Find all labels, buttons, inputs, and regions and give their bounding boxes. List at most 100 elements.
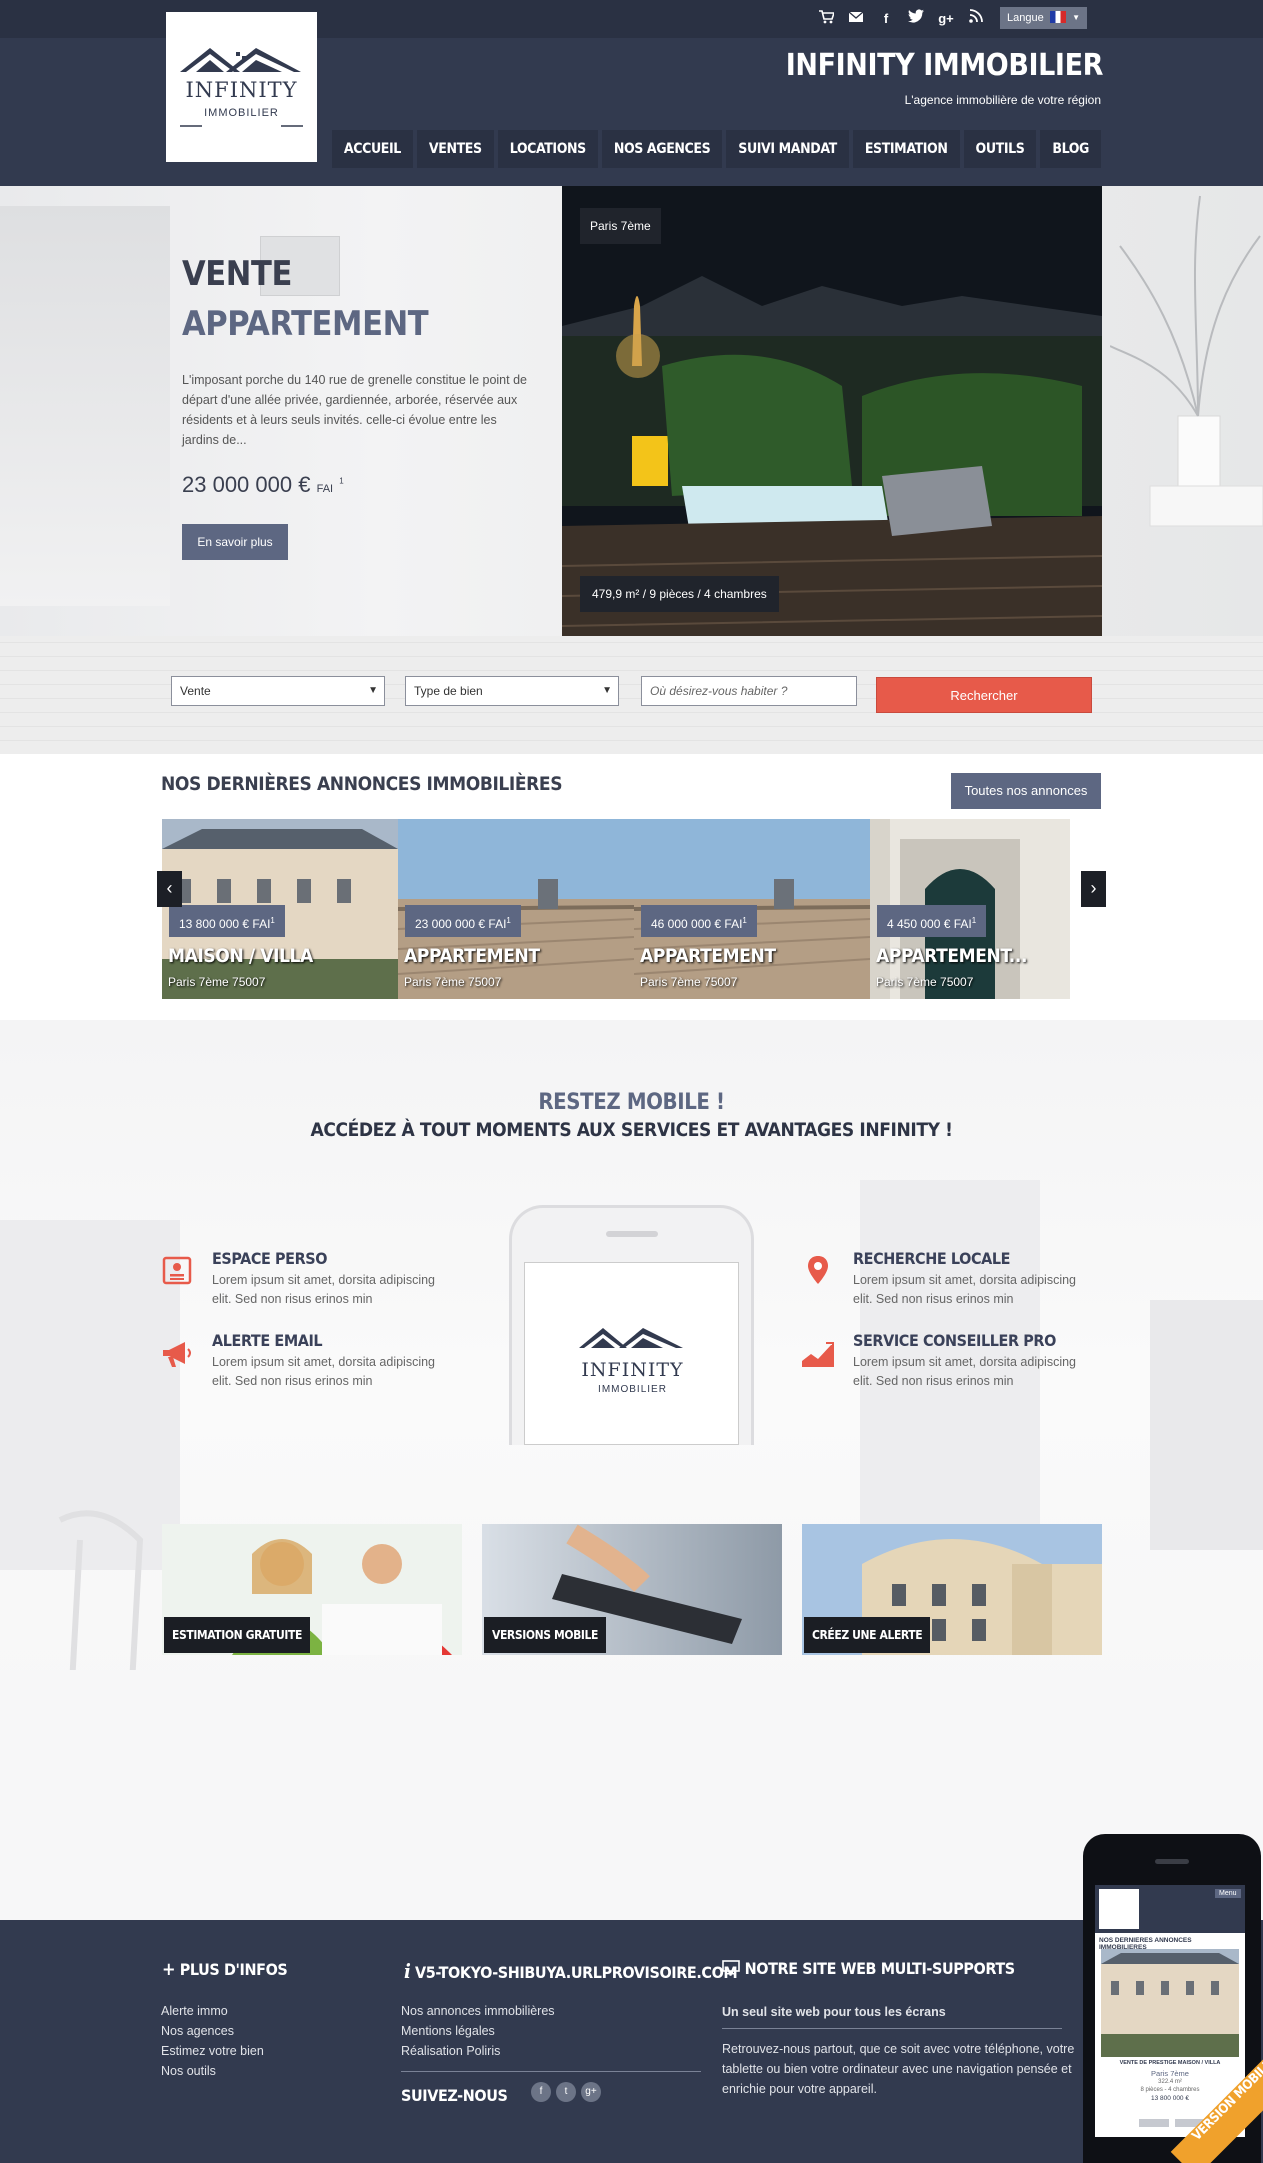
hero-description: L'imposant porche du 140 rue de grenelle… bbox=[182, 373, 527, 447]
listing-price: 4 450 000 € FAI1 bbox=[877, 905, 987, 937]
feature-title: ESPACE PERSO bbox=[212, 1249, 328, 1268]
kitchen-decoration bbox=[0, 206, 170, 606]
facebook-icon[interactable]: f bbox=[876, 9, 896, 29]
hero-more-button[interactable]: En savoir plus bbox=[182, 524, 288, 560]
mock-logo bbox=[1099, 1889, 1139, 1929]
info-icon: i bbox=[404, 1959, 411, 1983]
listing-card[interactable]: 4 450 000 € FAI1 APPARTEMENT... Paris 7è… bbox=[870, 819, 1070, 999]
promo-mobile[interactable]: VERSIONS MOBILE bbox=[482, 1524, 782, 1655]
listings-title: NOS DERNIÈRES ANNONCES IMMOBILIÈRES bbox=[161, 773, 563, 795]
listing-card[interactable]: 23 000 000 € FAI1 APPARTEMENT Paris 7ème… bbox=[398, 819, 634, 999]
transaction-select-value: Vente bbox=[180, 684, 211, 698]
promo-alert[interactable]: CRÉEZ UNE ALERTE bbox=[802, 1524, 1102, 1655]
hero-location-badge: Paris 7ème bbox=[580, 208, 661, 244]
transaction-select[interactable]: Vente ▼ bbox=[171, 676, 385, 706]
nav-nos-agences[interactable]: NOS AGENCES bbox=[601, 130, 723, 168]
feature-description: Lorem ipsum sit amet, dorsita adipiscing… bbox=[212, 1355, 436, 1388]
listing-location: Paris 7ème 75007 bbox=[168, 975, 266, 989]
nav-outils[interactable]: OUTILS bbox=[963, 130, 1037, 168]
feature-title: RECHERCHE LOCALE bbox=[853, 1249, 1011, 1268]
footer-link[interactable]: Réalisation Poliris bbox=[401, 2044, 500, 2058]
promo-label: CRÉEZ UNE ALERTE bbox=[804, 1617, 931, 1653]
carousel-next-button[interactable]: › bbox=[1081, 871, 1106, 907]
feature-description: Lorem ipsum sit amet, dorsita adipiscing… bbox=[212, 1273, 436, 1306]
phone-logo-roofs bbox=[579, 1328, 683, 1348]
footer-link[interactable]: Nos agences bbox=[161, 2024, 234, 2038]
hero-title-line1: VENTE bbox=[182, 254, 292, 294]
site-tagline: L'agence immobilière de votre région bbox=[904, 93, 1101, 107]
listing-price: 13 800 000 € FAI1 bbox=[169, 905, 285, 937]
mock-city: Paris 7ème bbox=[1151, 2069, 1189, 2078]
mock-listing-photo bbox=[1101, 1949, 1239, 2057]
hero-photo[interactable] bbox=[562, 186, 1102, 636]
mobile-section bbox=[0, 1020, 1263, 1920]
promo-label: ESTIMATION GRATUITE bbox=[164, 1617, 310, 1653]
all-listings-button[interactable]: Toutes nos annonces bbox=[951, 773, 1101, 809]
caret-down-icon: ▼ bbox=[602, 685, 612, 696]
nav-ventes[interactable]: VENTES bbox=[416, 130, 494, 168]
plant-decoration bbox=[1110, 195, 1263, 527]
feature-title: ALERTE EMAIL bbox=[212, 1331, 323, 1350]
footer-link[interactable]: Alerte immo bbox=[161, 2004, 228, 2018]
nav-blog[interactable]: BLOG bbox=[1040, 130, 1101, 168]
listing-price: 46 000 000 € FAI1 bbox=[641, 905, 757, 937]
mock-button bbox=[1139, 2119, 1169, 2127]
footer-link[interactable]: Estimez votre bien bbox=[161, 2044, 264, 2058]
map-pin-icon bbox=[801, 1255, 835, 1289]
phone-screen: INFINITY IMMOBILIER bbox=[524, 1262, 739, 1445]
main-nav: ACCUEIL VENTES LOCATIONS NOS AGENCES SUI… bbox=[331, 130, 1101, 168]
nav-estimation[interactable]: ESTIMATION bbox=[852, 130, 960, 168]
twitter-icon[interactable]: t bbox=[556, 2082, 576, 2102]
room-background bbox=[0, 1180, 1263, 1920]
footer-col3-subtitle: Un seul site web pour tous les écrans bbox=[722, 2005, 946, 2019]
twitter-icon[interactable] bbox=[906, 9, 926, 29]
footer-link[interactable]: Nos outils bbox=[161, 2064, 216, 2078]
location-input[interactable]: Où désirez-vous habiter ? bbox=[641, 676, 857, 706]
listing-card[interactable]: 13 800 000 € FAI1 MAISON / VILLA Paris 7… bbox=[162, 819, 398, 999]
mock-speaker bbox=[1155, 1859, 1189, 1864]
googleplus-icon[interactable]: g+ bbox=[936, 9, 956, 29]
phone-logo-subtext: IMMOBILIER bbox=[598, 1384, 667, 1395]
mail-icon[interactable] bbox=[846, 9, 866, 29]
nav-locations[interactable]: LOCATIONS bbox=[497, 130, 598, 168]
footer-col3-text: Retrouvez-nous partout, que ce soit avec… bbox=[722, 2042, 1075, 2096]
mock-caption: VENTE DE PRESTIGE MAISON / VILLA bbox=[1119, 2060, 1221, 2066]
facebook-icon[interactable]: f bbox=[531, 2082, 551, 2102]
googleplus-icon[interactable]: g+ bbox=[581, 2082, 601, 2102]
feature-description: Lorem ipsum sit amet, dorsita adipiscing… bbox=[853, 1355, 1077, 1388]
listing-type: APPARTEMENT bbox=[640, 945, 776, 967]
property-type-select[interactable]: Type de bien ▼ bbox=[405, 676, 619, 706]
listing-location: Paris 7ème 75007 bbox=[404, 975, 502, 989]
nav-suivi-mandat[interactable]: SUIVI MANDAT bbox=[726, 130, 849, 168]
footer-link[interactable]: Mentions légales bbox=[401, 2024, 495, 2038]
hero-title-line2: APPARTEMENT bbox=[182, 304, 429, 344]
mobile-section-title: RESTEZ MOBILE ! bbox=[538, 1090, 725, 1115]
promo-estimation[interactable]: ESTIMATION GRATUITE bbox=[162, 1524, 462, 1655]
promo-label: VERSIONS MOBILE bbox=[484, 1617, 606, 1653]
hero-price-note: 1 bbox=[339, 476, 344, 486]
phone-logo-text: INFINITY bbox=[581, 1359, 684, 1381]
search-bar: Vente ▼ Type de bien ▼ Où désirez-vous h… bbox=[0, 636, 1263, 754]
mock-rooms: 8 pièces - 4 chambres bbox=[1140, 2087, 1200, 2093]
hero-price-value: 23 000 000 € bbox=[182, 472, 311, 497]
site-title: INFINITY IMMOBILIER bbox=[785, 48, 1104, 83]
nav-accueil[interactable]: ACCUEIL bbox=[331, 130, 413, 168]
language-select[interactable]: Langue ▼ bbox=[1000, 7, 1087, 29]
footer-divider bbox=[401, 2071, 701, 2072]
listing-type: MAISON / VILLA bbox=[168, 945, 313, 967]
french-flag-icon bbox=[1050, 11, 1066, 23]
search-button[interactable]: Rechercher bbox=[876, 677, 1092, 713]
listing-location: Paris 7ème 75007 bbox=[640, 975, 738, 989]
site-header: f g+ Langue ▼ INFINITY IMMOBILIER INFINI… bbox=[0, 0, 1263, 186]
footer-divider bbox=[722, 2028, 1062, 2029]
footer-col3-title: NOTRE SITE WEB MULTI-SUPPORTS bbox=[722, 1959, 1015, 1979]
cart-icon[interactable] bbox=[816, 9, 836, 29]
footer-link[interactable]: Nos annonces immobilières bbox=[401, 2004, 555, 2018]
plus-icon: + bbox=[162, 1959, 176, 1980]
carousel-prev-button[interactable]: ‹ bbox=[157, 871, 182, 907]
logo[interactable]: INFINITY IMMOBILIER bbox=[166, 12, 317, 162]
rss-icon[interactable] bbox=[966, 9, 986, 29]
listing-price: 23 000 000 € FAI1 bbox=[405, 905, 521, 937]
listing-card[interactable]: 46 000 000 € FAI1 APPARTEMENT Paris 7ème… bbox=[634, 819, 870, 999]
property-type-select-value: Type de bien bbox=[414, 684, 483, 698]
